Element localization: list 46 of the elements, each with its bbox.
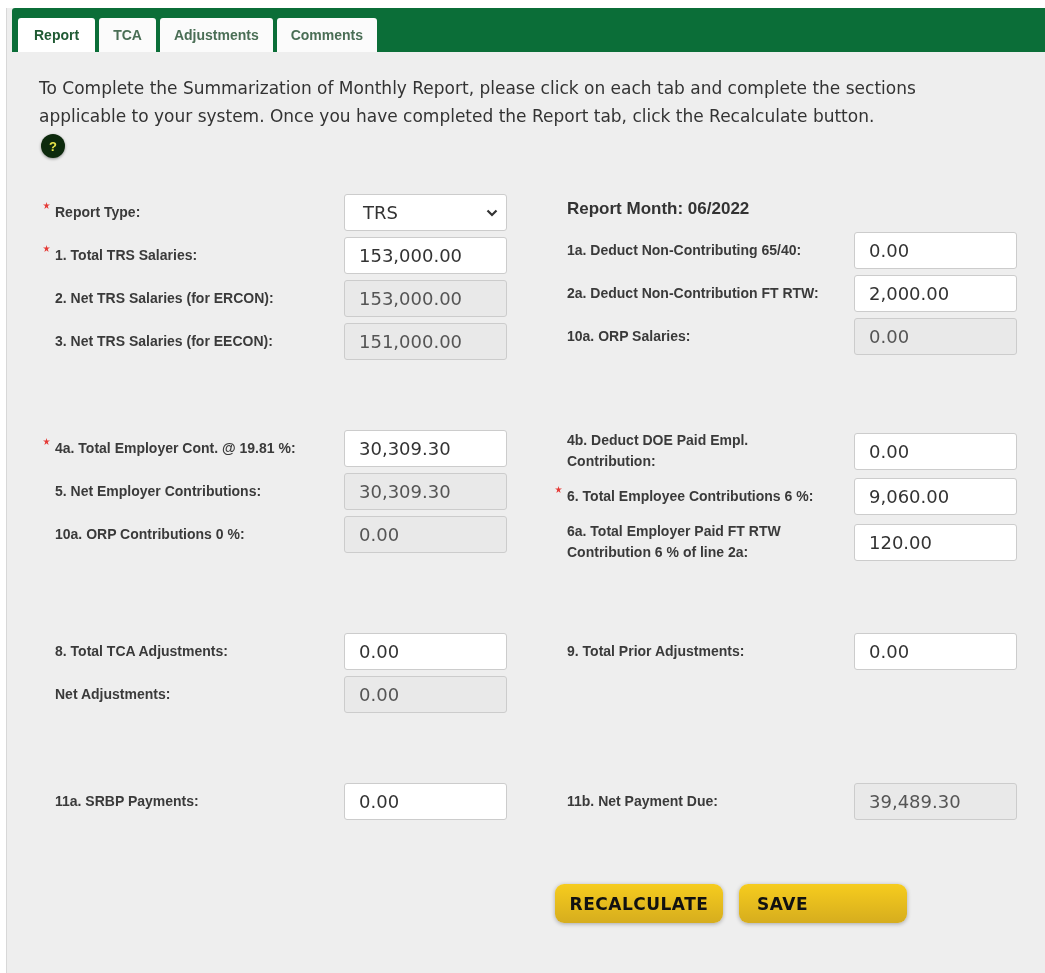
- field-label: 11a. SRBP Payments:: [55, 792, 199, 811]
- field-label: 1. Total TRS Salaries:: [55, 246, 198, 265]
- save-button[interactable]: SAVE: [739, 884, 907, 923]
- readonly-field: 153,000.00: [344, 280, 507, 317]
- field-label: 10a. ORP Contributions 0 %:: [55, 525, 245, 544]
- report-type-select[interactable]: TRS: [344, 194, 507, 231]
- input-field[interactable]: 0.00: [854, 232, 1017, 269]
- field-label: 9. Total Prior Adjustments:: [567, 642, 745, 661]
- instructions-text: To Complete the Summarization of Monthly Report, please click on each tab and complete the sections applicable to your system. Once you have completed the Report tab, click the Recalculate button.: [39, 77, 917, 128]
- readonly-field: 0.00: [854, 318, 1017, 355]
- tab[interactable]: TCA: [99, 18, 156, 52]
- recalculate-button[interactable]: RECALCULATE: [555, 884, 723, 923]
- field-label: 1a. Deduct Non-Contributing 65/40:: [567, 241, 802, 260]
- input-field[interactable]: 9,060.00: [854, 478, 1017, 515]
- field-label: 6a. Total Employer Paid FT RTW Contribution 6 % of line 2a:: [567, 522, 782, 562]
- input-field[interactable]: 0.00: [854, 432, 1017, 470]
- field-label: 4b. Deduct DOE Paid Empl. Contribution:: [567, 431, 750, 471]
- readonly-field: 0.00: [344, 516, 507, 553]
- input-field[interactable]: 0.00: [344, 783, 507, 820]
- field-label: Report Type:: [55, 203, 141, 222]
- readonly-field: 151,000.00: [344, 323, 507, 360]
- readonly-field: 30,309.30: [344, 473, 507, 510]
- input-field[interactable]: 30,309.30: [344, 430, 507, 467]
- input-field[interactable]: 153,000.00: [344, 237, 507, 274]
- help-button[interactable]: ?: [41, 134, 65, 158]
- field-label: 2a. Deduct Non-Contribution FT RTW:: [567, 284, 819, 303]
- readonly-field: 0.00: [344, 676, 507, 713]
- readonly-field: 39,489.30: [854, 783, 1017, 820]
- input-field[interactable]: 2,000.00: [854, 275, 1017, 312]
- input-field[interactable]: 0.00: [344, 633, 507, 670]
- field-label: 5. Net Employer Contributions:: [55, 482, 262, 501]
- field-label: 3. Net TRS Salaries (for EECON):: [55, 332, 273, 351]
- field-label: 10a. ORP Salaries:: [567, 327, 691, 346]
- input-field[interactable]: 120.00: [854, 523, 1017, 561]
- chevron-down-icon: [486, 208, 498, 217]
- field-label: 8. Total TCA Adjustments:: [55, 642, 228, 661]
- input-field[interactable]: 0.00: [854, 633, 1017, 670]
- field-label: 11b. Net Payment Due:: [567, 792, 718, 811]
- tab[interactable]: Report: [18, 18, 96, 52]
- field-label: 2. Net TRS Salaries (for ERCON):: [55, 289, 274, 308]
- field-label: Net Adjustments:: [55, 685, 171, 704]
- tab[interactable]: Adjustments: [159, 18, 273, 52]
- tab[interactable]: Comments: [276, 18, 378, 52]
- report-month-heading: Report Month: 06/2022: [567, 198, 751, 218]
- field-label: 6. Total Employee Contributions 6 %:: [567, 487, 814, 506]
- field-label: 4a. Total Employer Cont. @ 19.81 %:: [55, 439, 296, 458]
